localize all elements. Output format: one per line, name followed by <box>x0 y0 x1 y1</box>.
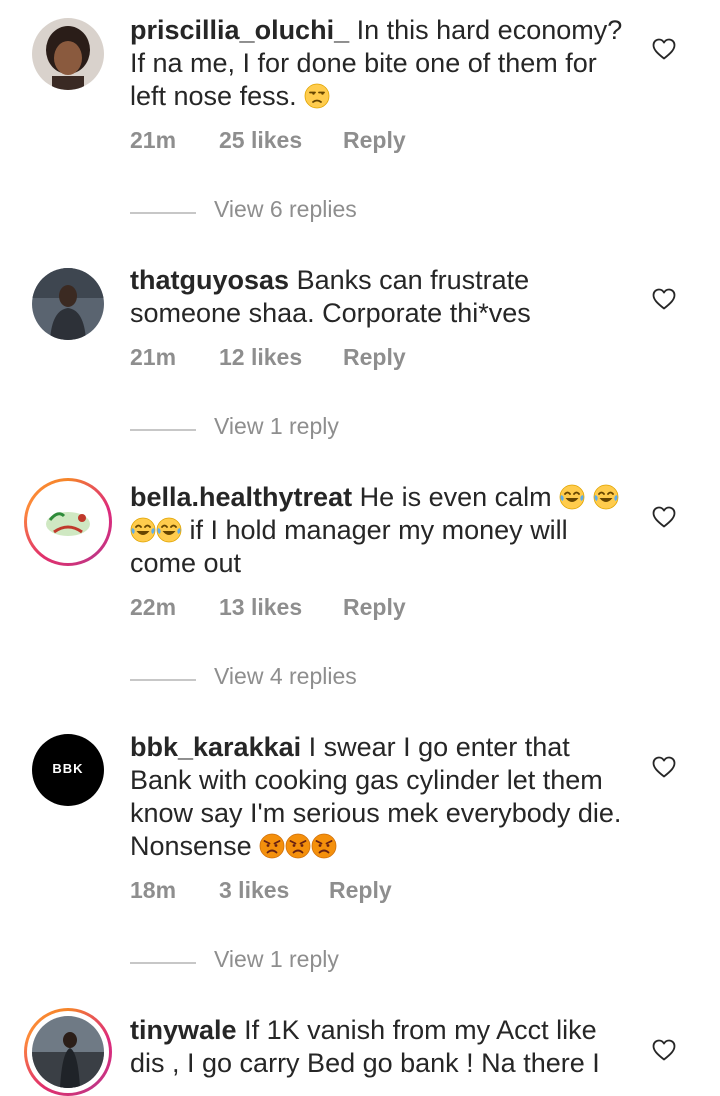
view-replies-label: View 6 replies <box>214 196 357 222</box>
comment-username[interactable]: thatguyosas <box>130 265 289 295</box>
story-ring-avatar[interactable] <box>24 478 112 566</box>
view-replies-label: View 4 replies <box>214 663 357 689</box>
avatar-logo-text: BBK <box>52 761 84 776</box>
tears-of-joy-emoji-icon <box>559 484 585 510</box>
angry-face-emoji-icon <box>311 833 337 859</box>
avatar[interactable]: BBK <box>32 734 104 806</box>
divider-line <box>130 679 196 681</box>
tears-of-joy-emoji-icon <box>156 517 182 543</box>
comment-text: thatguyosas Banks can frustrate someone … <box>130 264 630 330</box>
comment-text: bella.healthytreat He is even calm if I … <box>130 481 630 580</box>
heart-outline-icon[interactable] <box>652 506 676 528</box>
story-ring-inner <box>27 1011 109 1093</box>
avatar <box>32 1016 104 1088</box>
angry-face-emoji-icon <box>285 833 311 859</box>
divider-line <box>130 962 196 964</box>
comment-username[interactable]: priscillia_oluchi_ <box>130 15 349 45</box>
tears-of-joy-emoji-icon <box>593 484 619 510</box>
comment-text: bbk_karakkai I swear I go enter that Ban… <box>130 731 630 863</box>
view-replies-label: View 1 reply <box>214 413 339 439</box>
comment-time: 21m <box>130 344 177 370</box>
comment-time: 22m <box>130 594 177 620</box>
divider-line <box>130 429 196 431</box>
comment-text: priscillia_oluchi_ In this hard economy?… <box>130 14 630 113</box>
comment-username[interactable]: bbk_karakkai <box>130 732 301 762</box>
avatar[interactable] <box>32 268 104 340</box>
heart-outline-icon[interactable] <box>652 756 676 778</box>
story-ring-avatar[interactable] <box>24 1008 112 1096</box>
comment-username[interactable]: tinywale <box>130 1015 237 1045</box>
comment-text: tinywale If 1K vanish from my Acct like … <box>130 1014 630 1080</box>
avatar <box>32 486 104 558</box>
comment-likes[interactable]: 13 likes <box>219 594 302 621</box>
heart-outline-icon[interactable] <box>652 288 676 310</box>
divider-line <box>130 212 196 214</box>
tears-of-joy-emoji-icon <box>130 517 156 543</box>
comment-body-part-1: He is even calm <box>359 482 552 512</box>
reply-button[interactable]: Reply <box>343 127 406 154</box>
comment-time: 18m <box>130 877 177 903</box>
comment-likes[interactable]: 3 likes <box>219 877 289 904</box>
unamused-face-emoji-icon <box>304 83 330 109</box>
comment-time: 21m <box>130 127 177 153</box>
reply-button[interactable]: Reply <box>343 594 406 621</box>
story-ring-inner <box>27 481 109 563</box>
heart-outline-icon[interactable] <box>652 1039 676 1061</box>
angry-face-emoji-icon <box>259 833 285 859</box>
comment-likes[interactable]: 25 likes <box>219 127 302 154</box>
heart-outline-icon[interactable] <box>652 38 676 60</box>
comment-body-part-2: if I hold manager my money <box>189 515 523 545</box>
comment-username[interactable]: bella.healthytreat <box>130 482 352 512</box>
view-replies-label: View 1 reply <box>214 946 339 972</box>
avatar[interactable] <box>32 18 104 90</box>
reply-button[interactable]: Reply <box>329 877 392 904</box>
comment-likes[interactable]: 12 likes <box>219 344 302 371</box>
reply-button[interactable]: Reply <box>343 344 406 371</box>
